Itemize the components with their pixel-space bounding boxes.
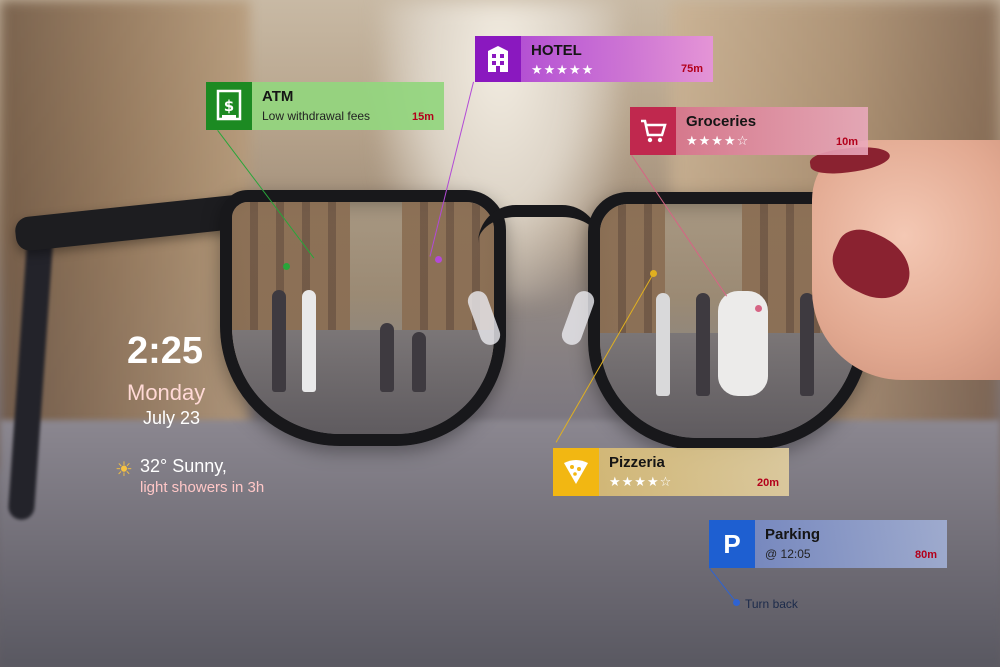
dollar-icon: $ [206, 82, 252, 130]
pizzeria-rating-stars: ★★★★☆ [609, 474, 673, 489]
hotel-rating-stars: ★★★★★ [531, 62, 595, 77]
clock-day: Monday [127, 380, 206, 405]
svg-text:$: $ [224, 97, 234, 115]
glasses-bridge [478, 205, 600, 243]
pizzeria-card[interactable]: Pizzeria ★★★★☆ 20m [553, 448, 789, 496]
ar-glasses-scene: $ ATM Low withdrawal fees 15m HOTEL ★★★★… [0, 0, 1000, 667]
left-lens [220, 190, 506, 446]
hand-holding-glasses [808, 140, 1000, 380]
atm-title: ATM [262, 88, 294, 105]
hotel-card[interactable]: HOTEL ★★★★★ 75m [475, 36, 713, 82]
hotel-title: HOTEL [531, 42, 582, 59]
cart-icon [630, 107, 676, 155]
groceries-distance: 10m [835, 136, 858, 148]
hotel-distance: 75m [680, 63, 703, 75]
fingernail [823, 220, 921, 310]
weather-condition: 32° Sunny, [140, 456, 227, 476]
pedestrian [272, 290, 286, 393]
pedestrian [656, 292, 670, 396]
pizzeria-distance: 20m [756, 477, 779, 489]
atm-subtitle: Low withdrawal fees [262, 109, 371, 123]
pizzeria-pin [650, 270, 657, 277]
pedestrian [412, 331, 426, 393]
weather-forecast: light showers in 3h [140, 479, 265, 496]
turn-back-label[interactable]: Turn back [745, 597, 798, 611]
parking-icon: P [709, 520, 755, 568]
parking-distance: 80m [914, 549, 937, 561]
clock-date: July 23 [143, 408, 201, 428]
building-icon [475, 36, 521, 82]
clock-time: 2:25 [127, 330, 204, 372]
groceries-title: Groceries [686, 113, 757, 130]
atm-distance: 15m [411, 111, 434, 123]
groceries-rating-stars: ★★★★☆ [686, 133, 750, 148]
pedestrian [380, 322, 394, 393]
pedestrian [302, 290, 316, 393]
turn-back-pin [733, 599, 740, 606]
atm-pin [283, 263, 290, 270]
groceries-card[interactable]: Groceries ★★★★☆ 10m [630, 107, 868, 155]
hotel-pin [435, 256, 442, 263]
pizzeria-title: Pizzeria [609, 454, 665, 471]
parking-card[interactable]: P Parking @ 12:05 80m [709, 520, 947, 568]
atm-card[interactable]: $ ATM Low withdrawal fees 15m [206, 82, 444, 130]
parking-subtitle: @ 12:05 [765, 547, 811, 561]
sun-icon: ☀ [115, 459, 133, 481]
pedestrian [800, 292, 814, 396]
pizza-icon [553, 448, 599, 496]
parking-title: Parking [765, 526, 821, 543]
groceries-pin [755, 305, 762, 312]
pedestrian [696, 292, 710, 396]
